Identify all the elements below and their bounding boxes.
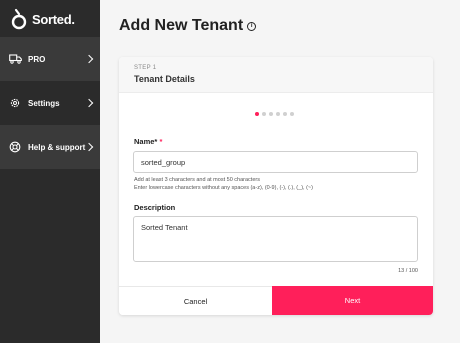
chevron-right-icon [84,54,94,64]
description-input[interactable]: Sorted Tenant [133,216,418,262]
name-hint-length: Add at least 3 characters and at most 50… [134,177,260,183]
step-progress-dots [255,112,297,116]
next-button[interactable]: Next [272,286,433,315]
sidebar-item-pro[interactable]: PRO [0,37,100,81]
cancel-button[interactable]: Cancel [119,286,272,315]
sidebar: Sorted. PRO Settings Help & support [0,0,100,343]
sidebar-item-label: Help & support [28,142,86,152]
brand-name: Sorted. [32,11,75,27]
step-dot [276,112,280,116]
description-char-counter: 13 / 100 [398,268,418,274]
description-field-label: Description [134,203,176,212]
name-field-label: Name* * [134,137,162,146]
step-dot [283,112,287,116]
step-dot-active [255,112,259,116]
required-marker: * [159,137,163,146]
step-dot [290,112,294,116]
step-header: STEP 1 Tenant Details [119,57,433,93]
truck-icon [8,52,22,66]
lifebuoy-icon [8,140,22,154]
sorted-logo-icon [11,8,27,30]
sidebar-item-help-support[interactable]: Help & support [0,125,100,169]
tenant-form-card: STEP 1 Tenant Details Name* * Add at lea… [119,57,433,315]
chevron-right-icon [84,142,94,152]
info-icon[interactable]: i [247,21,257,31]
chevron-right-icon [84,98,94,108]
step-title: Tenant Details [134,74,195,84]
sidebar-item-settings[interactable]: Settings [0,81,100,125]
name-label-text: Name* [134,137,158,146]
page-title: Add New Tenant [119,17,244,34]
page-header: Add New Tenant i [119,17,257,35]
sidebar-item-label: PRO [28,54,46,64]
name-hint-characters: Enter lowercase characters without any s… [134,185,313,191]
step-label: STEP 1 [134,65,157,71]
gear-icon [8,96,22,110]
sorted-logo[interactable]: Sorted. [10,6,75,32]
step-dot [262,112,266,116]
sidebar-item-label: Settings [28,98,60,108]
name-input[interactable] [133,151,418,173]
step-dot [269,112,273,116]
